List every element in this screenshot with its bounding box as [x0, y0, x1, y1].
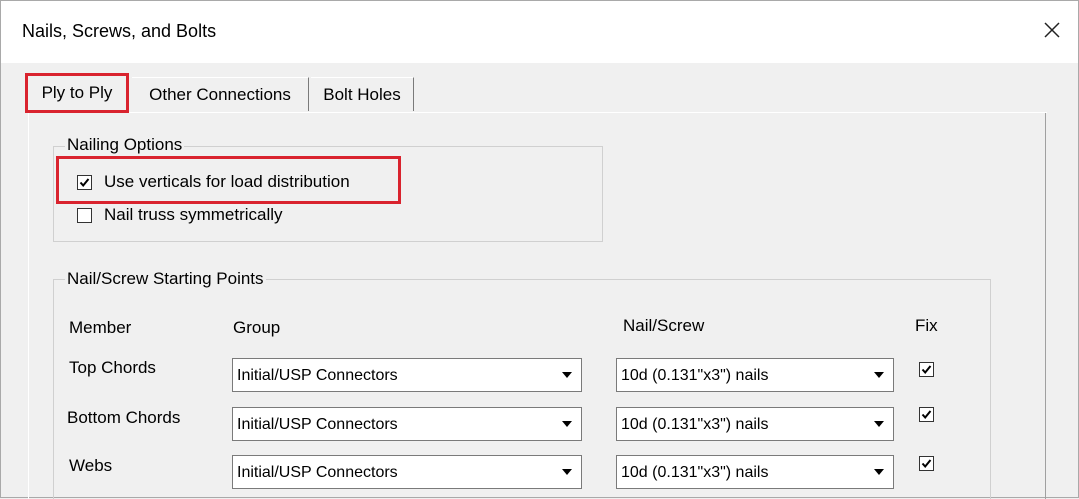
group-select-value: Initial/USP Connectors: [237, 464, 398, 481]
dropdown-button[interactable]: [554, 360, 580, 390]
chevron-down-icon: [562, 469, 572, 475]
nail-select-value: 10d (0.131"x3") nails: [621, 416, 769, 433]
use-verticals-label: Use verticals for load distribution: [104, 172, 350, 191]
nailing-options-legend: Nailing Options: [65, 135, 185, 155]
chevron-down-icon: [874, 372, 884, 378]
use-verticals-option[interactable]: Use verticals for load distribution: [77, 172, 350, 192]
nail-select-webs[interactable]: 10d (0.131"x3") nails: [616, 455, 894, 489]
dropdown-button[interactable]: [866, 409, 892, 439]
nail-symmetric-option[interactable]: Nail truss symmetrically: [77, 205, 283, 225]
chevron-down-icon: [874, 421, 884, 427]
tab-ply-to-ply[interactable]: Ply to Ply: [25, 73, 129, 113]
use-verticals-checkbox[interactable]: [77, 174, 92, 190]
tab-bar: Ply to Ply Other Connections Bolt Holes: [1, 63, 1078, 113]
chevron-down-icon: [874, 469, 884, 475]
member-webs: Webs: [69, 456, 113, 475]
dropdown-button[interactable]: [554, 457, 580, 487]
dropdown-button[interactable]: [554, 409, 580, 439]
chevron-down-icon: [562, 372, 572, 378]
checkmark-icon: [921, 365, 932, 375]
fix-checkbox-bottom-chords[interactable]: [919, 407, 934, 422]
nail-symmetric-label: Nail truss symmetrically: [104, 205, 283, 224]
group-select-webs[interactable]: Initial/USP Connectors: [232, 455, 582, 489]
tab-panel-top-border: [29, 112, 1047, 113]
member-bottom-chords: Bottom Chords: [67, 408, 181, 427]
member-header: Member: [69, 318, 132, 337]
nail-symmetric-checkbox[interactable]: [77, 207, 92, 223]
nail-select-top-chords[interactable]: 10d (0.131"x3") nails: [616, 358, 894, 392]
fix-header: Fix: [915, 316, 938, 335]
tab-panel-left-border: [28, 113, 29, 499]
dropdown-button[interactable]: [866, 457, 892, 487]
dialog-title: Nails, Screws, and Bolts: [22, 21, 217, 41]
group-select-bottom-chords[interactable]: Initial/USP Connectors: [232, 407, 582, 441]
close-icon: [1044, 22, 1060, 38]
tab-panel-right-border: [1045, 113, 1046, 499]
tab-other-connections[interactable]: Other Connections: [132, 77, 309, 111]
checkmark-icon: [921, 410, 932, 420]
tab-bolt-holes[interactable]: Bolt Holes: [311, 77, 414, 111]
member-top-chords: Top Chords: [69, 358, 156, 377]
close-button[interactable]: [1039, 17, 1065, 43]
nail-select-bottom-chords[interactable]: 10d (0.131"x3") nails: [616, 407, 894, 441]
dropdown-button[interactable]: [866, 360, 892, 390]
checkmark-icon: [921, 459, 932, 469]
tab-label: Ply to Ply: [41, 83, 113, 102]
nail-select-value: 10d (0.131"x3") nails: [621, 464, 769, 481]
title-bar: Nails, Screws, and Bolts: [1, 1, 1078, 63]
group-select-value: Initial/USP Connectors: [237, 416, 398, 433]
starting-points-legend: Nail/Screw Starting Points: [65, 269, 266, 289]
group-header: Group: [233, 318, 281, 337]
group-select-value: Initial/USP Connectors: [237, 367, 398, 384]
nail-select-value: 10d (0.131"x3") nails: [621, 367, 769, 384]
nail-header: Nail/Screw: [623, 316, 705, 335]
tab-label: Other Connections: [149, 84, 291, 104]
checkmark-icon: [79, 177, 90, 187]
group-select-top-chords[interactable]: Initial/USP Connectors: [232, 358, 582, 392]
fix-checkbox-webs[interactable]: [919, 456, 934, 471]
chevron-down-icon: [562, 421, 572, 427]
fix-checkbox-top-chords[interactable]: [919, 362, 934, 377]
dialog-window: Nails, Screws, and Bolts Ply to Ply Othe…: [0, 0, 1079, 499]
tab-label: Bolt Holes: [323, 84, 401, 104]
